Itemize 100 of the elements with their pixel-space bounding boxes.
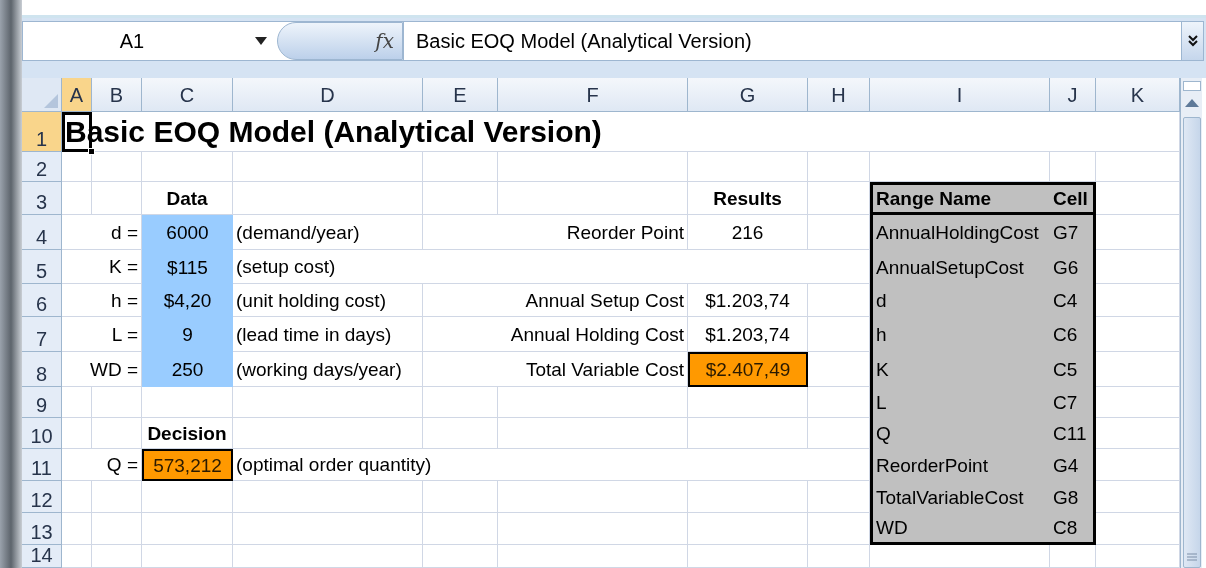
empty-cell[interactable]: [92, 387, 142, 418]
column-header[interactable]: H: [808, 78, 870, 112]
range-table-cell[interactable]: h: [870, 317, 1050, 352]
empty-cell[interactable]: [142, 152, 233, 182]
empty-cell[interactable]: [1050, 545, 1096, 568]
row-header[interactable]: 10: [22, 418, 62, 449]
vertical-scrollbar[interactable]: [1180, 78, 1202, 568]
range-table-cell[interactable]: d: [870, 284, 1050, 317]
empty-cell[interactable]: [423, 182, 498, 215]
range-table-cell[interactable]: TotalVariableCost: [870, 481, 1050, 513]
note-cell[interactable]: (unit holding cost): [233, 284, 423, 317]
empty-cell[interactable]: [233, 152, 423, 182]
note-cell[interactable]: (setup cost): [233, 250, 870, 284]
empty-cell[interactable]: [498, 418, 688, 449]
empty-cell[interactable]: [688, 418, 808, 449]
column-header[interactable]: F: [498, 78, 688, 112]
empty-cell[interactable]: [92, 182, 142, 215]
note-cell[interactable]: (working days/year): [233, 352, 423, 387]
empty-cell[interactable]: [688, 545, 808, 568]
empty-cell[interactable]: [498, 182, 688, 215]
note-cell[interactable]: (optimal order quantity): [233, 449, 870, 481]
empty-cell[interactable]: [92, 513, 142, 545]
output-cell[interactable]: 573,212: [142, 449, 233, 481]
input-cell[interactable]: $115: [142, 250, 233, 284]
column-header[interactable]: D: [233, 78, 423, 112]
range-table-cell[interactable]: K: [870, 352, 1050, 387]
split-box-icon[interactable]: [1182, 81, 1201, 91]
row-header[interactable]: 6: [22, 284, 62, 317]
range-table-cell[interactable]: C7: [1050, 387, 1096, 418]
value-cell[interactable]: $1.203,74: [688, 284, 808, 317]
empty-cell[interactable]: [688, 481, 808, 513]
label-cell[interactable]: Annual Setup Cost: [423, 284, 688, 317]
output-cell[interactable]: $2.407,49: [688, 352, 808, 387]
empty-cell[interactable]: [92, 481, 142, 513]
range-table-cell[interactable]: C6: [1050, 317, 1096, 352]
dropdown-arrow-icon[interactable]: [255, 37, 267, 45]
row-header[interactable]: 1: [22, 112, 62, 152]
empty-cell[interactable]: [688, 387, 808, 418]
row-header[interactable]: 9: [22, 387, 62, 418]
expand-formula-bar-button[interactable]: [1181, 22, 1203, 60]
column-header[interactable]: B: [92, 78, 142, 112]
empty-cell[interactable]: [92, 418, 142, 449]
column-header[interactable]: A: [62, 78, 92, 112]
heading-cell[interactable]: Results: [688, 182, 808, 215]
range-table-header-cell[interactable]: Range Name: [870, 182, 1050, 215]
scroll-up-arrow-icon[interactable]: [1184, 99, 1199, 107]
range-table-header-cell[interactable]: Cell: [1050, 182, 1096, 215]
row-header[interactable]: 13: [22, 513, 62, 545]
empty-cell[interactable]: [498, 545, 688, 568]
row-header[interactable]: 12: [22, 481, 62, 513]
row-header[interactable]: 11: [22, 449, 62, 481]
empty-cell[interactable]: [233, 182, 423, 215]
empty-cell[interactable]: [688, 513, 808, 545]
empty-cell[interactable]: [142, 513, 233, 545]
input-cell[interactable]: 250: [142, 352, 233, 387]
range-table-cell[interactable]: C8: [1050, 513, 1096, 545]
empty-cell[interactable]: [233, 545, 423, 568]
input-cell[interactable]: 9: [142, 317, 233, 352]
empty-cell[interactable]: [233, 481, 423, 513]
column-header[interactable]: I: [870, 78, 1050, 112]
row-header[interactable]: 7: [22, 317, 62, 352]
empty-cell[interactable]: [233, 513, 423, 545]
empty-cell[interactable]: [808, 152, 870, 182]
range-table-cell[interactable]: AnnualSetupCost: [870, 250, 1050, 284]
row-header[interactable]: 5: [22, 250, 62, 284]
range-table-cell[interactable]: AnnualHoldingCost: [870, 215, 1050, 250]
select-all-button[interactable]: [22, 78, 62, 112]
range-table-cell[interactable]: C11: [1050, 418, 1096, 449]
range-table-cell[interactable]: G8: [1050, 481, 1096, 513]
range-table-cell[interactable]: G6: [1050, 250, 1096, 284]
empty-cell[interactable]: [498, 387, 688, 418]
note-cell[interactable]: (demand/year): [233, 215, 423, 250]
column-header[interactable]: E: [423, 78, 498, 112]
empty-cell[interactable]: [423, 418, 498, 449]
empty-cell[interactable]: [498, 481, 688, 513]
range-table-cell[interactable]: G4: [1050, 449, 1096, 481]
empty-cell[interactable]: [62, 481, 92, 513]
range-table-cell[interactable]: ReorderPoint: [870, 449, 1050, 481]
empty-cell[interactable]: [423, 481, 498, 513]
column-header[interactable]: G: [688, 78, 808, 112]
empty-cell[interactable]: [233, 387, 423, 418]
empty-cell[interactable]: [688, 152, 808, 182]
empty-cell[interactable]: [423, 545, 498, 568]
range-table-cell[interactable]: G7: [1050, 215, 1096, 250]
range-table-cell[interactable]: L: [870, 387, 1050, 418]
empty-cell[interactable]: [498, 513, 688, 545]
empty-cell[interactable]: [423, 513, 498, 545]
range-table-cell[interactable]: Q: [870, 418, 1050, 449]
label-cell[interactable]: Total Variable Cost: [423, 352, 688, 387]
scrollbar-thumb[interactable]: [1182, 117, 1201, 568]
label-cell[interactable]: Reorder Point: [423, 215, 688, 250]
empty-cell[interactable]: [92, 545, 142, 568]
empty-cell[interactable]: [142, 545, 233, 568]
empty-cell[interactable]: [62, 387, 92, 418]
row-header[interactable]: 3: [22, 182, 62, 215]
empty-cell[interactable]: [142, 387, 233, 418]
range-table-cell[interactable]: WD: [870, 513, 1050, 545]
row-header[interactable]: 8: [22, 352, 62, 387]
empty-cell[interactable]: [808, 545, 870, 568]
empty-cell[interactable]: [870, 545, 1050, 568]
